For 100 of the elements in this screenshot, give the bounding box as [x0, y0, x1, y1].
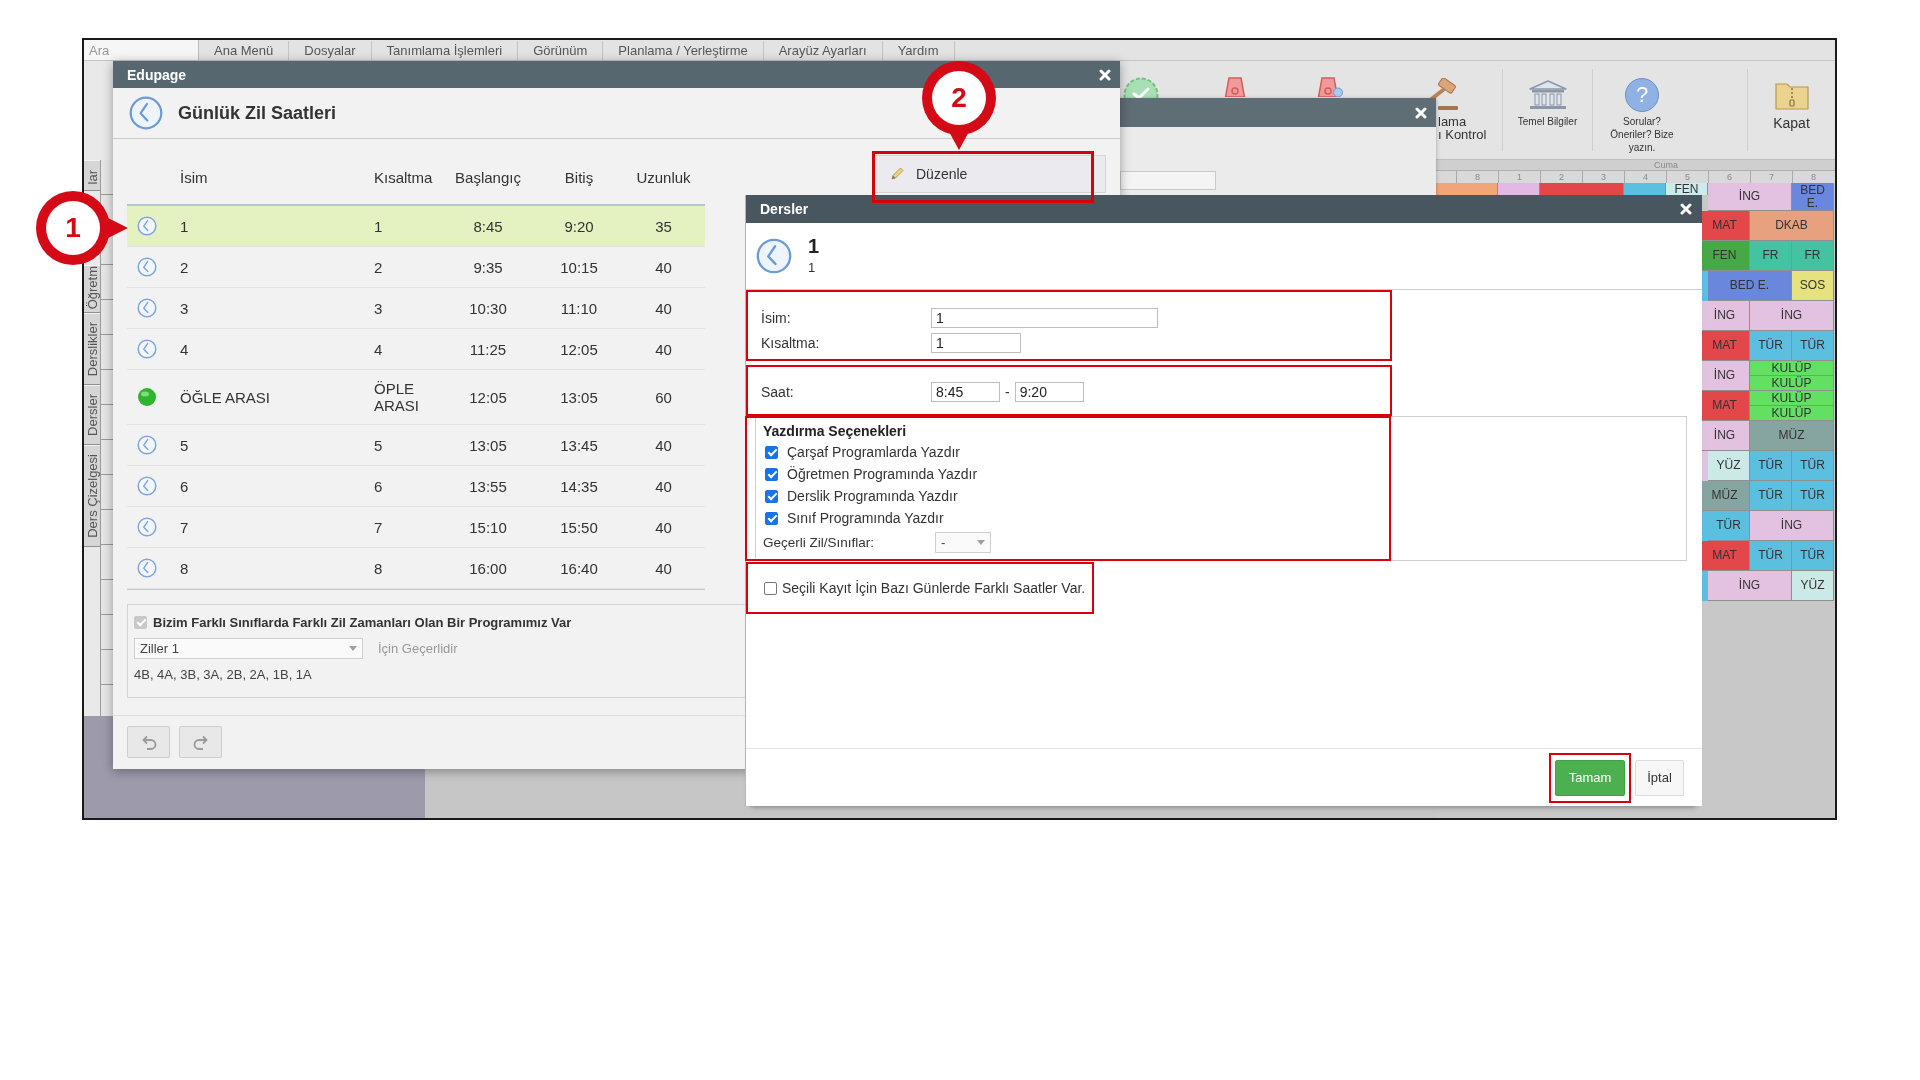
close-icon[interactable]	[1680, 203, 1692, 215]
checkbox[interactable]	[765, 489, 778, 503]
lesson-block[interactable]: TÜR	[1750, 481, 1792, 511]
cancel-button[interactable]: İptal	[1635, 759, 1684, 796]
menu-item[interactable]: Tanımlama İşlemleri	[371, 40, 519, 60]
clock-icon	[756, 238, 792, 274]
ribbon-button[interactable]: Kapat	[1748, 61, 1835, 159]
ribbon-button[interactable]: Temel Bilgiler	[1503, 61, 1592, 159]
lesson-block[interactable]: YÜZ	[1792, 571, 1834, 601]
table-cell-text: 60	[654, 388, 673, 406]
close-icon[interactable]	[1415, 106, 1427, 119]
ribbon-button[interactable]: ? Sorular? Öneriler? Bize yazın.	[1593, 61, 1691, 159]
checkbox-label: Öğretmen Programında Yazdır	[787, 466, 978, 482]
table-cell-text: 13:55	[468, 477, 508, 495]
checkbox[interactable]	[765, 467, 778, 481]
table-cell-text: 2	[373, 258, 384, 276]
lesson-block[interactable]: FR	[1792, 241, 1834, 271]
menu-item[interactable]: Planlama / Yerleştirme	[603, 40, 764, 60]
menu-item[interactable]: Arayüz Ayarları	[763, 40, 883, 60]
lesson-block[interactable]: TÜR	[1792, 451, 1834, 481]
side-tab[interactable]: Öğretm	[84, 265, 100, 313]
table-row[interactable]: 6 6 13:55 14:35 40	[127, 466, 705, 507]
text-input[interactable]: 1	[931, 308, 1158, 328]
table-row[interactable]: 1 1 8:45 9:20 35	[127, 206, 705, 247]
table-cell-text: 7	[373, 518, 384, 536]
column-header[interactable]: Kısaltma	[370, 169, 440, 187]
day-header: Cuma	[1653, 160, 1679, 170]
column-header[interactable]: Bitiş	[536, 169, 622, 187]
side-tab[interactable]: lar	[84, 160, 100, 191]
lesson-block[interactable]: İNG	[1708, 571, 1792, 601]
edit-button[interactable]: Düzenle	[873, 155, 1106, 193]
time-input[interactable]: 9:20	[1014, 382, 1084, 402]
menu-item[interactable]: Yardım	[882, 40, 955, 60]
clock-icon	[137, 216, 157, 236]
menu-item[interactable]: Ana Menü	[199, 40, 290, 60]
side-tab[interactable]: Dersler	[84, 385, 100, 446]
table-cell-text: 4	[373, 340, 384, 358]
checkbox[interactable]	[765, 445, 778, 459]
lesson-block[interactable]: TÜR	[1750, 331, 1792, 361]
time-input[interactable]: 8:45	[931, 382, 1000, 402]
column-header[interactable]: Uzunluk	[622, 169, 705, 187]
table-cell-text: 13:45	[559, 436, 599, 454]
lesson-block[interactable]: KULÜP	[1750, 391, 1834, 406]
checkbox[interactable]	[764, 581, 777, 595]
lesson-block[interactable]: İNG	[1750, 511, 1834, 541]
table-row[interactable]: 2 2 9:35 10:15 40	[127, 247, 705, 288]
side-tab[interactable]: Ders Çizelgesi	[84, 445, 100, 547]
lesson-block[interactable]: TÜR	[1750, 451, 1792, 481]
side-tab[interactable]: Derslikler	[84, 313, 100, 386]
lesson-block[interactable]: KULÜP	[1750, 376, 1834, 391]
lesson-block[interactable]: TÜR	[1792, 481, 1834, 511]
range-separator: -	[1005, 384, 1010, 400]
lesson-block[interactable]: KULÜP	[1750, 361, 1834, 376]
status-dot-icon	[137, 387, 157, 407]
dialog-title: Dersler	[760, 201, 809, 217]
table-cell-text: 9:35	[472, 258, 504, 276]
lesson-block[interactable]: İNG	[1750, 301, 1834, 331]
lesson-block[interactable]: MÜZ	[1750, 421, 1834, 451]
dropdown[interactable]: -	[935, 531, 991, 553]
lesson-block[interactable]: FEN	[1666, 183, 1708, 195]
lesson-block[interactable]: DKAB	[1750, 211, 1834, 241]
table-row[interactable]: ÖĞLE ARASI ÖPLE ARASI 12:05 13:05 60	[127, 370, 705, 425]
checkbox[interactable]	[765, 511, 778, 525]
menu-item[interactable]: Görünüm	[518, 40, 604, 60]
lesson-block[interactable]: TÜR	[1792, 331, 1834, 361]
lesson-block[interactable]: TÜR	[1708, 511, 1750, 541]
table-row[interactable]: 8 8 16:00 16:40 40	[127, 548, 705, 589]
lesson-block[interactable]: BED E.	[1708, 271, 1792, 301]
lesson-block[interactable]: YÜZ	[1708, 451, 1750, 481]
check-badge-icon[interactable]	[1123, 77, 1159, 99]
table-cell-text: 40	[654, 340, 673, 358]
column-header[interactable]: Başlangıç	[440, 169, 536, 187]
lesson-block[interactable]: TÜR	[1750, 541, 1792, 571]
table-cell-text: 40	[654, 559, 673, 577]
alarm-light-icon[interactable]	[1315, 77, 1343, 97]
lesson-block[interactable]	[1624, 183, 1666, 195]
input-field[interactable]	[1120, 171, 1216, 190]
lesson-block[interactable]: TÜR	[1792, 541, 1834, 571]
table-cell-text: 8	[373, 559, 384, 577]
lesson-block[interactable]: İNG	[1708, 183, 1792, 211]
field-label: Saat:	[761, 384, 795, 400]
table-cell-text: 5	[373, 436, 384, 454]
table-row[interactable]: 3 3 10:30 11:10 40	[127, 288, 705, 329]
close-icon[interactable]	[1099, 68, 1111, 81]
lesson-block[interactable]: FR	[1750, 241, 1792, 271]
alarm-light-icon[interactable]	[1223, 77, 1247, 97]
table-row[interactable]: 4 4 11:25 12:05 40	[127, 329, 705, 370]
table-row[interactable]: 7 7 15:10 15:50 40	[127, 507, 705, 548]
caret-icon	[977, 539, 985, 545]
text-input[interactable]: 1	[931, 333, 1021, 353]
lesson-block[interactable]	[1498, 183, 1540, 195]
clock-icon	[137, 558, 157, 578]
table-row[interactable]: 5 5 13:05 13:45 40	[127, 425, 705, 466]
checkbox-label: Seçili Kayıt İçin Bazı Günlerde Farklı Saatler Var.	[782, 580, 1086, 596]
lesson-block[interactable]: SOS	[1792, 271, 1834, 301]
lesson-block[interactable]: KULÜP	[1750, 406, 1834, 421]
column-header[interactable]: İsim	[167, 169, 370, 187]
lesson-block[interactable]: BED E.	[1792, 183, 1834, 211]
ribbon-button[interactable]: lama ı Kontrol	[1376, 61, 1502, 159]
menu-item[interactable]: Dosyalar	[289, 40, 372, 60]
